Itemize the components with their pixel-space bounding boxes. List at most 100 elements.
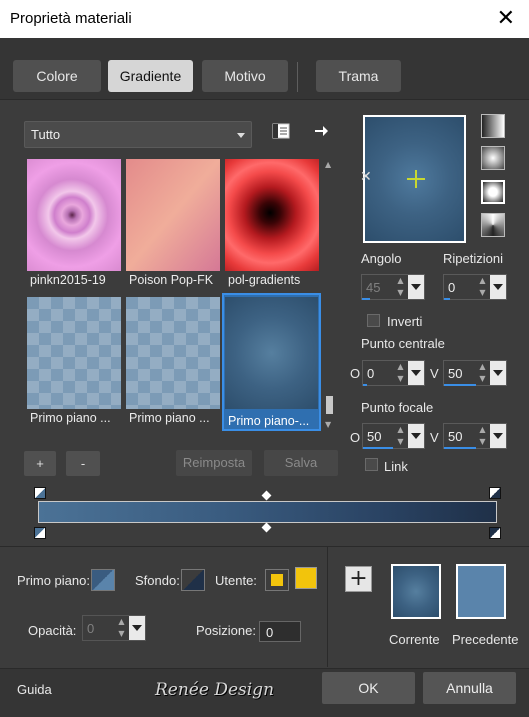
chevron-down-icon: [411, 433, 421, 439]
invert-label: Inverti: [387, 314, 423, 329]
focal-h-spinner[interactable]: 50 ▲ ▼: [362, 423, 425, 449]
spinner-arrows-icon[interactable]: ▲ ▼: [394, 275, 407, 299]
arrow-right-icon[interactable]: [313, 123, 335, 145]
user-color-swatch[interactable]: [295, 567, 317, 589]
gradient-label: Primo piano ...: [129, 411, 210, 425]
radial-style-icon[interactable]: [481, 180, 505, 204]
position-label: Posizione:: [196, 623, 256, 638]
focal-v-spinner[interactable]: 50 ▲ ▼: [443, 423, 507, 449]
scrollbar-thumb[interactable]: [326, 396, 333, 414]
current-label: Corrente: [389, 632, 440, 647]
tab-trama[interactable]: Trama: [316, 60, 401, 92]
cancel-button[interactable]: Annulla: [423, 672, 516, 704]
position-input[interactable]: 0: [259, 621, 301, 642]
focal-point-label: Punto focale: [361, 400, 434, 415]
angle-spinner[interactable]: 45 ▲ ▼: [361, 274, 425, 300]
save-button[interactable]: Salva: [264, 450, 338, 476]
background-swatch[interactable]: [181, 569, 205, 591]
section-divider: [0, 546, 529, 547]
gradient-bar[interactable]: [38, 501, 497, 523]
angle-handle-icon[interactable]: ✕: [360, 169, 372, 185]
gradient-thumbnail: [27, 159, 121, 271]
tab-gradiente[interactable]: Gradiente: [108, 60, 193, 92]
remove-gradient-button[interactable]: -: [66, 451, 100, 476]
title-bar: Proprietà materiali ✕: [0, 0, 529, 38]
value-bar: [363, 384, 367, 386]
current-swatch[interactable]: [391, 564, 441, 619]
gradient-item[interactable]: pol-gradients: [225, 159, 319, 287]
gradient-stop-top-left[interactable]: [34, 487, 46, 499]
tab-colore[interactable]: Colore: [13, 60, 101, 92]
gradient-thumbnail: [126, 297, 220, 409]
chevron-down-icon: [493, 370, 503, 376]
gradient-label: Poison Pop-FK: [129, 273, 214, 287]
value-bar: [444, 298, 450, 300]
sunburst-style-icon[interactable]: [481, 213, 505, 237]
chevron-down-icon: [411, 370, 421, 376]
user-swatch-fill: [271, 574, 283, 586]
watermark-logo: Renée Design: [155, 680, 275, 700]
dropdown-button[interactable]: [490, 275, 506, 299]
add-swatch-button[interactable]: +: [345, 566, 372, 592]
value-bar: [444, 447, 476, 449]
scroll-down-icon[interactable]: ▼: [325, 420, 331, 429]
reset-button[interactable]: Reimposta: [176, 450, 252, 476]
gradient-stop-bottom-right[interactable]: [489, 527, 501, 539]
midpoint-top-handle[interactable]: [261, 490, 272, 501]
linear-style-icon[interactable]: [481, 114, 505, 138]
gradient-item-selected[interactable]: Primo piano-...: [222, 293, 321, 431]
gradient-item[interactable]: pinkn2015-19: [27, 159, 121, 287]
foreground-label: Primo piano:: [17, 573, 90, 588]
dropdown-button[interactable]: [408, 424, 424, 448]
manage-resources-icon[interactable]: [272, 123, 294, 145]
foreground-swatch[interactable]: [91, 569, 115, 591]
gradient-item[interactable]: Primo piano ...: [27, 297, 121, 425]
vertical-divider: [327, 547, 328, 667]
category-dropdown[interactable]: Tutto: [24, 121, 252, 148]
chevron-down-icon: [237, 133, 245, 138]
center-v-value: 50: [448, 366, 463, 381]
spinner-arrows-icon[interactable]: ▲ ▼: [476, 361, 489, 385]
repeats-spinner[interactable]: 0 ▲ ▼: [443, 274, 507, 300]
tab-motivo[interactable]: Motivo: [202, 60, 288, 92]
user-swatch[interactable]: [265, 569, 289, 591]
center-point-label: Punto centrale: [361, 336, 445, 351]
gradient-stop-bottom-left[interactable]: [34, 527, 46, 539]
spinner-arrows-icon[interactable]: ▲ ▼: [476, 424, 489, 448]
center-v-spinner[interactable]: 50 ▲ ▼: [443, 360, 507, 386]
spinner-arrows-icon[interactable]: ▲ ▼: [394, 361, 407, 385]
tab-separator: [297, 62, 298, 92]
add-gradient-button[interactable]: +: [24, 451, 56, 476]
gradient-preview[interactable]: [363, 115, 466, 243]
angle-value: 45: [366, 280, 381, 295]
dropdown-button[interactable]: [129, 616, 145, 640]
rectangular-style-icon[interactable]: [481, 146, 505, 170]
ok-button[interactable]: OK: [322, 672, 415, 704]
dropdown-button[interactable]: [490, 424, 506, 448]
gradient-thumbnail: [126, 159, 220, 271]
previous-label: Precedente: [452, 632, 519, 647]
dropdown-button[interactable]: [408, 275, 424, 299]
dropdown-button[interactable]: [408, 361, 424, 385]
spinner-arrows-icon[interactable]: ▲ ▼: [115, 616, 128, 640]
midpoint-bottom-handle[interactable]: [261, 522, 272, 533]
spinner-arrows-icon[interactable]: ▲ ▼: [394, 424, 407, 448]
previous-swatch[interactable]: [456, 564, 506, 619]
gradient-label: Primo piano-...: [228, 414, 310, 428]
chevron-down-icon: [493, 284, 503, 290]
close-icon[interactable]: ✕: [497, 6, 515, 31]
invert-checkbox[interactable]: [367, 314, 380, 327]
center-h-spinner[interactable]: 0 ▲ ▼: [362, 360, 425, 386]
gradient-list-scrollbar[interactable]: ▲ ▼: [322, 158, 336, 434]
link-checkbox[interactable]: [365, 458, 378, 471]
chevron-down-icon: [493, 433, 503, 439]
gradient-stop-top-right[interactable]: [489, 487, 501, 499]
dropdown-button[interactable]: [490, 361, 506, 385]
scroll-up-icon[interactable]: ▲: [325, 160, 331, 169]
gradient-item[interactable]: Poison Pop-FK: [126, 159, 220, 287]
link-label: Link: [384, 459, 408, 474]
help-link[interactable]: Guida: [17, 682, 52, 697]
spinner-arrows-icon[interactable]: ▲ ▼: [476, 275, 489, 299]
opacity-spinner[interactable]: 0 ▲ ▼: [82, 615, 146, 641]
gradient-item[interactable]: Primo piano ...: [126, 297, 220, 425]
